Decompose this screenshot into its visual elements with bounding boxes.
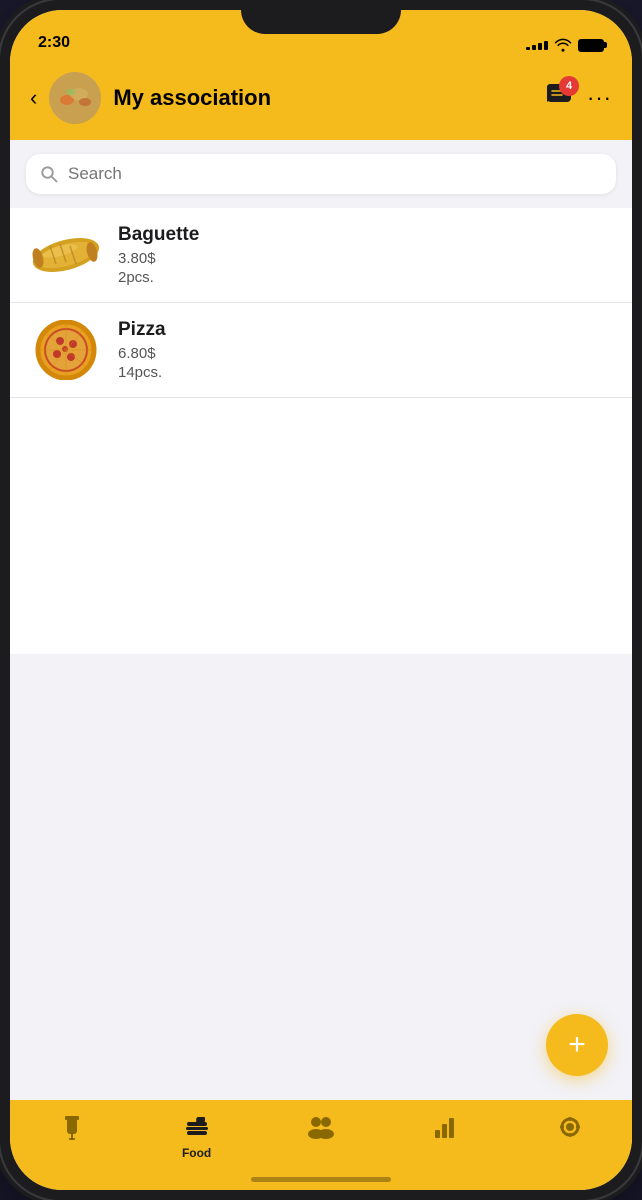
stats-icon: [432, 1114, 458, 1140]
item-details-pizza: Pizza 6.80$ 14pcs.: [118, 319, 612, 381]
home-indicator: [251, 1177, 391, 1182]
wifi-icon: [554, 38, 572, 52]
notch: [241, 0, 401, 34]
phone-screen: 2:30: [10, 10, 632, 1190]
back-button[interactable]: ‹: [30, 85, 37, 111]
fab-button[interactable]: +: [546, 1014, 608, 1076]
status-time: 2:30: [38, 34, 70, 52]
content-list: Baguette 3.80$ 2pcs.: [10, 208, 632, 654]
nav-label-food: Food: [182, 1146, 211, 1160]
search-icon: [40, 165, 58, 183]
notification-badge: 4: [559, 76, 579, 96]
people-icon: [306, 1114, 336, 1140]
phone-frame: 2:30: [0, 0, 642, 1200]
settings-icon: [557, 1114, 583, 1140]
item-name-baguette: Baguette: [118, 224, 612, 246]
search-container: [10, 140, 632, 208]
more-button[interactable]: ···: [587, 85, 612, 111]
list-item[interactable]: Baguette 3.80$ 2pcs.: [10, 208, 632, 303]
pizza-image: [30, 320, 102, 380]
item-quantity-pizza: 14pcs.: [118, 364, 612, 381]
food-icon: [183, 1114, 211, 1142]
battery-icon: [578, 39, 604, 52]
item-price-baguette: 3.80$: [118, 250, 612, 267]
search-box: [26, 154, 616, 194]
status-icons: [526, 38, 604, 52]
notification-button[interactable]: 4: [545, 82, 573, 115]
item-price-pizza: 6.80$: [118, 345, 612, 362]
signal-icon: [526, 41, 548, 50]
item-quantity-baguette: 2pcs.: [118, 269, 612, 286]
header: ‹ My association: [10, 60, 632, 140]
drinks-icon: [59, 1114, 85, 1142]
search-input[interactable]: [68, 164, 602, 184]
header-title: My association: [113, 85, 533, 111]
nav-item-settings[interactable]: [508, 1110, 632, 1144]
nav-item-people[interactable]: [259, 1110, 383, 1144]
avatar: [49, 72, 101, 124]
header-actions: 4 ···: [545, 82, 612, 115]
nav-item-drinks[interactable]: [10, 1110, 134, 1146]
item-details-baguette: Baguette 3.80$ 2pcs.: [118, 224, 612, 286]
baguette-image: [30, 225, 102, 285]
content-area: +: [10, 654, 632, 1100]
nav-item-stats[interactable]: [383, 1110, 507, 1144]
item-name-pizza: Pizza: [118, 319, 612, 341]
list-item[interactable]: Pizza 6.80$ 14pcs.: [10, 303, 632, 398]
nav-item-food[interactable]: Food: [134, 1110, 258, 1164]
